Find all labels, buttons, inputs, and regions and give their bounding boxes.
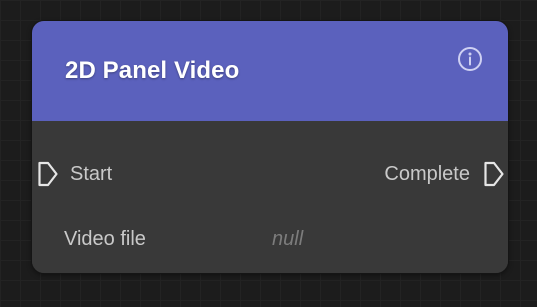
output-port-complete[interactable] (483, 160, 505, 188)
input-port-start[interactable] (37, 160, 59, 188)
flow-port-in-icon (38, 161, 58, 187)
node-card[interactable]: 2D Panel Video Start Complete Video file… (32, 21, 508, 273)
node-title: 2D Panel Video (65, 57, 240, 84)
output-port-label: Complete (384, 163, 470, 185)
field-row-video-file: Video file null (32, 221, 508, 257)
video-file-label: Video file (64, 228, 146, 250)
video-file-value[interactable]: null (272, 228, 303, 251)
node-body: Start Complete Video file null (32, 121, 508, 273)
input-port-label: Start (70, 163, 113, 185)
info-circle-icon (458, 47, 482, 71)
flow-port-out-icon (484, 161, 504, 187)
info-icon[interactable] (457, 46, 483, 72)
node-header[interactable]: 2D Panel Video (32, 21, 508, 121)
